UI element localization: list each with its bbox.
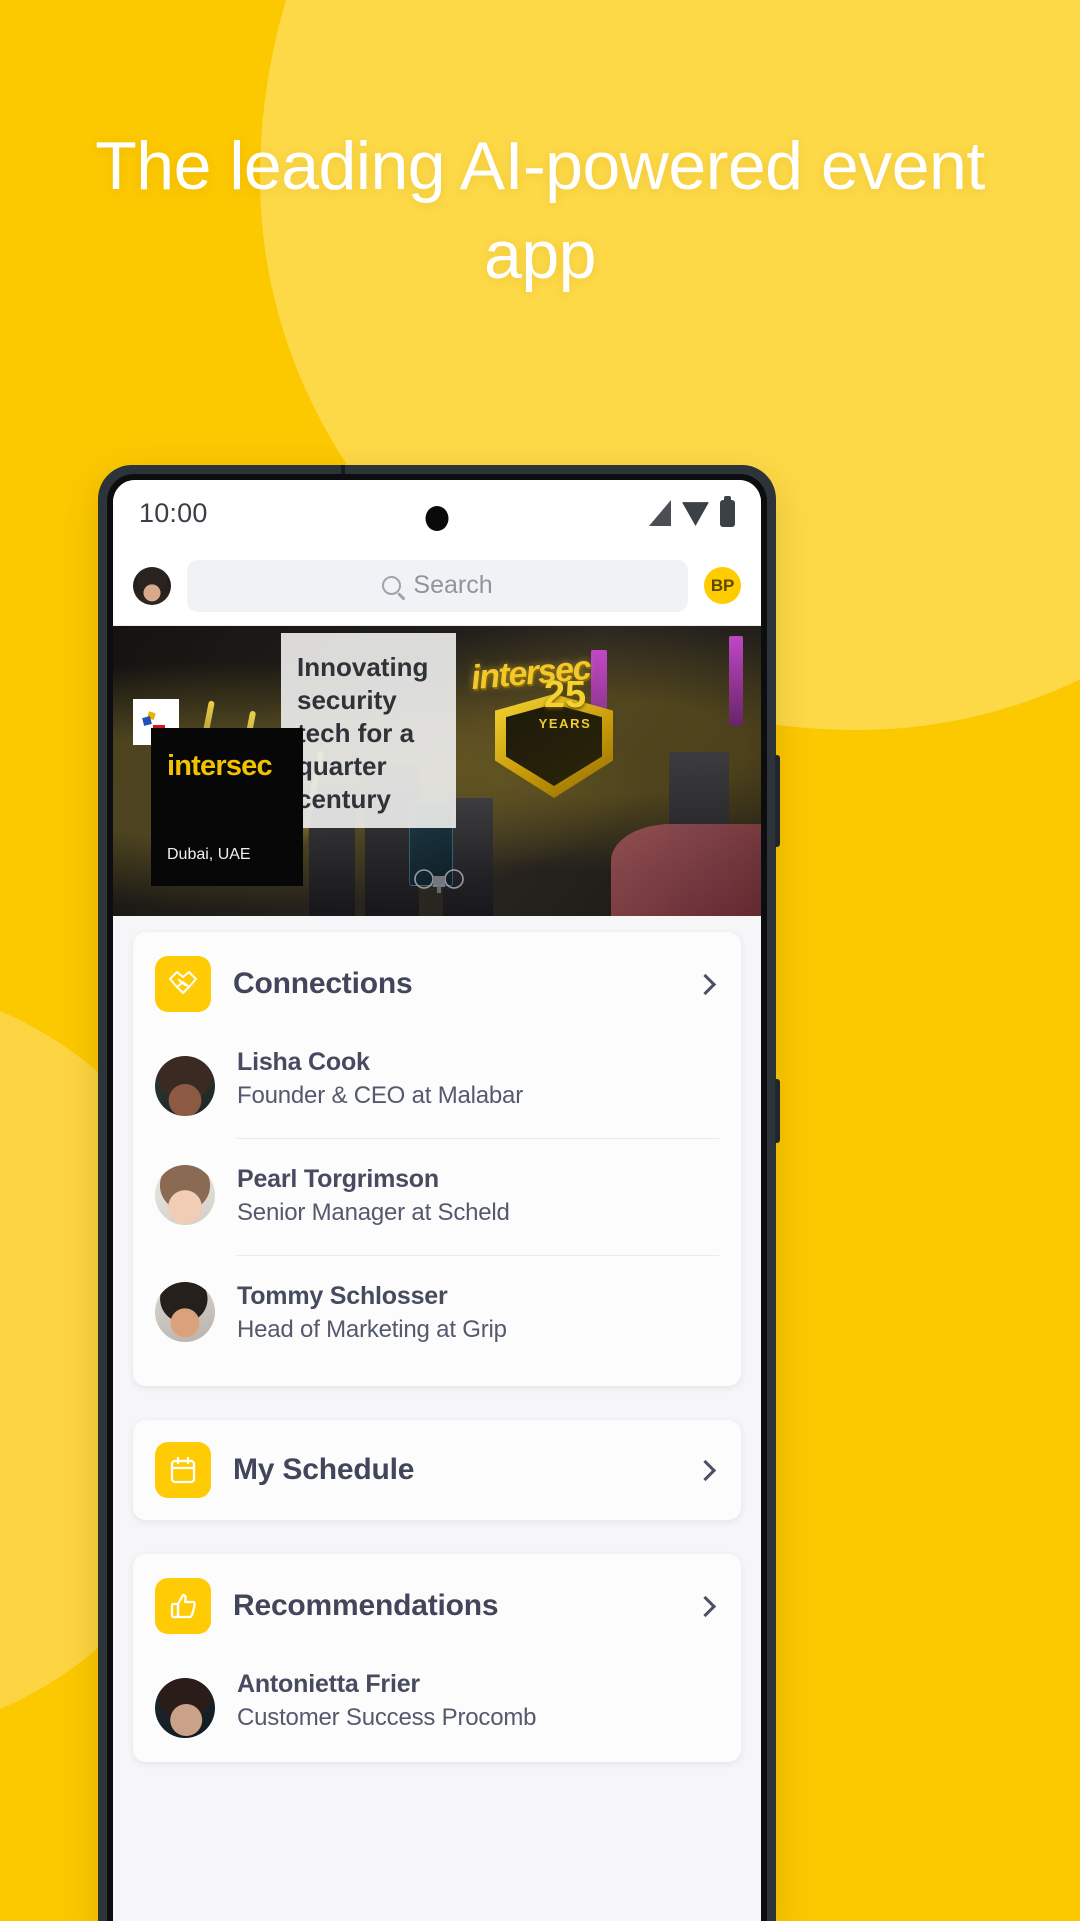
search-input[interactable]: Search	[187, 559, 688, 612]
banner-brand-name: intersec	[167, 750, 273, 782]
person-name: Tommy Schlosser	[237, 1282, 448, 1310]
battery-icon	[720, 495, 735, 527]
list-item[interactable]: Pearl Torgrimson Senior Manager at Schel…	[155, 1136, 719, 1253]
person-role: Customer Success Procomb	[237, 1704, 537, 1731]
status-time: 10:00	[139, 497, 208, 528]
banner-decor	[729, 636, 743, 726]
card-header-recommendations[interactable]: Recommendations	[155, 1554, 719, 1658]
status-bar: 10:00	[113, 480, 761, 546]
banner-brand-card: intersec Dubai, UAE	[151, 728, 303, 886]
list-item[interactable]: Antonietta Frier Customer Success Procom…	[155, 1658, 719, 1758]
card-my-schedule[interactable]: My Schedule	[133, 1420, 741, 1520]
user-avatar[interactable]	[133, 566, 171, 605]
home-feed: Connections Lisha Cook Founder & CEO at …	[113, 916, 761, 1921]
phone-screen: 10:00 Search BP intersec 25 YEARS Innova…	[113, 480, 761, 1921]
card-title-connections: Connections	[233, 967, 413, 1000]
promo-screenshot: The leading AI-powered event app 10:00 S…	[0, 0, 1080, 1921]
calendar-icon	[155, 1442, 211, 1498]
person-role: Senior Manager at Scheld	[237, 1199, 510, 1226]
avatar	[155, 1164, 215, 1225]
search-icon	[382, 576, 402, 595]
phone-power-button	[775, 755, 780, 847]
person-role: Head of Marketing at Grip	[237, 1316, 507, 1343]
page-title: The leading AI-powered event app	[95, 128, 985, 293]
signal-icon	[649, 500, 671, 526]
handshake-icon	[155, 956, 211, 1012]
phone-bezel: 10:00 Search BP intersec 25 YEARS Innova…	[107, 474, 767, 1921]
profile-badge[interactable]: BP	[704, 567, 741, 604]
card-recommendations[interactable]: Recommendations Antonietta Frier Custome…	[133, 1554, 741, 1762]
card-connections[interactable]: Connections Lisha Cook Founder & CEO at …	[133, 932, 741, 1386]
thumbs-up-icon	[155, 1578, 211, 1634]
person-name: Lisha Cook	[237, 1048, 370, 1076]
avatar	[155, 1678, 215, 1738]
list-item[interactable]: Lisha Cook Founder & CEO at Malabar	[155, 1036, 719, 1136]
card-header-connections[interactable]: Connections	[155, 932, 719, 1036]
avatar	[155, 1281, 215, 1342]
person-role: Founder & CEO at Malabar	[237, 1082, 524, 1109]
card-title-my-schedule: My Schedule	[233, 1453, 415, 1486]
status-icon-group	[649, 495, 735, 527]
chevron-right-icon[interactable]	[694, 973, 717, 995]
phone-volume-button	[775, 1079, 780, 1143]
list-item-text: Antonietta Frier Customer Success Procom…	[237, 1660, 719, 1744]
banner-decor	[611, 824, 761, 916]
intersec-25-emblem: intersec 25 YEARS	[465, 649, 665, 812]
avatar	[155, 1056, 215, 1116]
emblem-number: 25	[543, 674, 587, 716]
list-item-text: Lisha Cook Founder & CEO at Malabar	[237, 1038, 719, 1122]
list-item-text: Pearl Torgrimson Senior Manager at Schel…	[237, 1138, 719, 1239]
list-item-text: Tommy Schlosser Head of Marketing at Gri…	[237, 1255, 719, 1356]
person-name: Antonietta Frier	[237, 1670, 420, 1698]
card-header-my-schedule[interactable]: My Schedule	[155, 1420, 719, 1520]
app-top-bar: Search BP	[113, 546, 761, 626]
chevron-right-icon[interactable]	[694, 1459, 717, 1481]
list-item[interactable]: Tommy Schlosser Head of Marketing at Gri…	[155, 1253, 719, 1370]
wifi-icon	[682, 502, 709, 526]
banner-caption-card: Innovating security tech for a quarter c…	[281, 633, 456, 828]
banner-caption: Innovating security tech for a quarter c…	[297, 652, 429, 814]
drone-icon	[414, 869, 464, 893]
front-camera-icon	[425, 506, 449, 531]
banner-location: Dubai, UAE	[167, 846, 251, 863]
card-title-recommendations: Recommendations	[233, 1589, 499, 1622]
person-name: Pearl Torgrimson	[237, 1165, 439, 1193]
search-placeholder: Search	[413, 571, 493, 599]
chevron-right-icon[interactable]	[694, 1595, 717, 1617]
emblem-label: YEARS	[538, 716, 592, 731]
phone-mockup: 10:00 Search BP intersec 25 YEARS Innova…	[98, 465, 780, 1921]
event-banner[interactable]: intersec 25 YEARS Innovating security te…	[113, 626, 761, 916]
